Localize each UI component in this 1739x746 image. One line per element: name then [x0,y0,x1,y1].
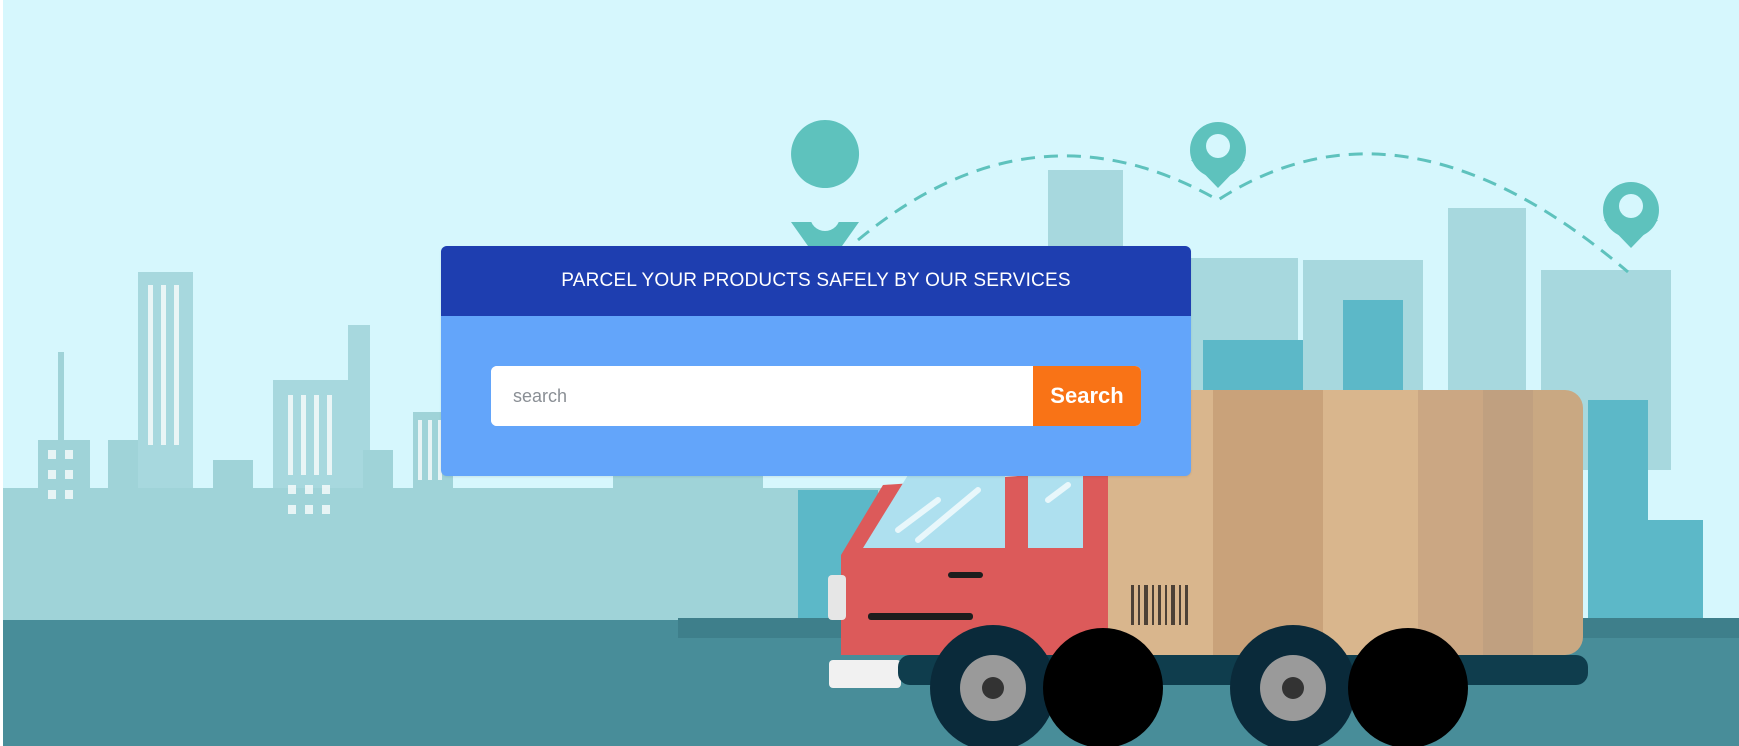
search-card: PARCEL YOUR PRODUCTS SAFELY BY OUR SERVI… [441,246,1191,476]
search-bar: Search [491,366,1141,426]
hero-banner: PARCEL YOUR PRODUCTS SAFELY BY OUR SERVI… [3,0,1739,746]
search-button[interactable]: Search [1033,366,1141,426]
search-input[interactable] [491,366,1033,426]
barcode-icon [1131,585,1188,625]
page-title: PARCEL YOUR PRODUCTS SAFELY BY OUR SERVI… [441,246,1191,316]
